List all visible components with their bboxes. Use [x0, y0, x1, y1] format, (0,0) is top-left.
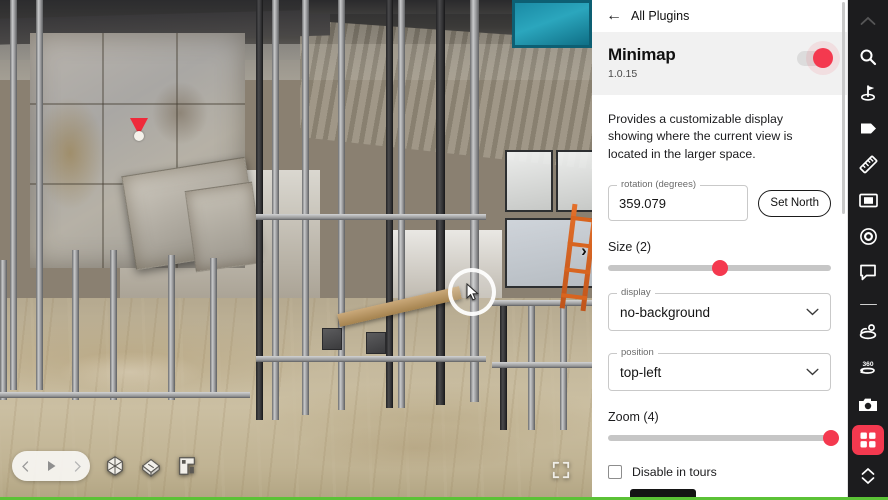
frame-icon[interactable] [852, 186, 884, 216]
position-select[interactable]: position top-left [608, 347, 831, 392]
metal-stud [386, 0, 393, 408]
mouse-cursor-icon [466, 283, 479, 301]
size-slider-label: Size (2) [608, 240, 652, 255]
metal-stud [470, 0, 479, 402]
metal-stud [36, 0, 43, 390]
plugin-settings-panel: ← All Plugins Minimap 1.0.15 Provides a … [592, 0, 848, 497]
tag-icon[interactable] [852, 114, 884, 144]
floor-highlight-2 [300, 425, 530, 471]
plugin-description: Provides a customizable display showing … [608, 112, 793, 161]
panel-scrollbar[interactable] [842, 2, 845, 214]
zoom-slider-thumb[interactable] [823, 430, 839, 447]
metal-runner [256, 214, 486, 220]
rotation-value: 359.079 [619, 195, 666, 211]
play-icon[interactable] [46, 460, 57, 472]
cursor-reticle [448, 268, 496, 316]
metal-runner [0, 392, 250, 398]
toolbar-divider [859, 303, 877, 306]
panel-body: Provides a customizable display showing … [592, 95, 847, 480]
comment-bubble-icon[interactable] [852, 258, 884, 288]
orbit-icon[interactable] [852, 317, 884, 347]
rotation-row: rotation (degrees) 359.079 Set North [608, 163, 831, 222]
metal-stud [398, 0, 405, 408]
disable-in-tours-label: Disable in tours [632, 465, 717, 480]
plugins-grid-icon[interactable] [852, 425, 884, 456]
size-slider-thumb[interactable] [711, 260, 728, 277]
metal-stud [436, 0, 445, 405]
position-legend: position [617, 347, 658, 359]
plugin-identity: Minimap 1.0.15 [608, 45, 676, 80]
chevron-down-icon[interactable] [806, 368, 819, 376]
display-value: no-background [620, 304, 711, 320]
metal-stud [168, 255, 175, 400]
camera-icon[interactable] [852, 389, 884, 419]
metal-stud [10, 0, 17, 390]
metal-stud [72, 250, 79, 400]
prev-icon[interactable] [21, 460, 29, 472]
location-pin-icon[interactable] [852, 78, 884, 108]
measure-ruler-icon[interactable] [852, 150, 884, 180]
panorama-viewer[interactable] [0, 0, 592, 497]
rotation-legend: rotation (degrees) [617, 179, 700, 191]
plugin-version: 1.0.15 [608, 68, 638, 80]
back-arrow-icon[interactable]: ← [606, 8, 622, 24]
metal-stud [210, 258, 217, 398]
chevron-up-icon[interactable] [852, 6, 884, 36]
glass-pane-2 [556, 150, 592, 212]
toggle-thumb [813, 48, 833, 68]
position-value: top-left [620, 364, 662, 380]
playback-controls[interactable] [12, 451, 90, 481]
search-icon[interactable] [852, 42, 884, 72]
electrical-box [366, 332, 386, 354]
display-select[interactable]: display no-background [608, 287, 831, 332]
viewer-bottom-controls[interactable] [12, 451, 198, 481]
zoom-slider[interactable] [608, 430, 839, 447]
target-icon[interactable] [852, 222, 884, 252]
dollhouse-view-icon[interactable] [140, 455, 162, 477]
right-toolbar: 360 [848, 0, 888, 497]
electrical-box [322, 328, 342, 350]
zoom-slider-label: Zoom (4) [608, 410, 659, 425]
next-icon[interactable] [74, 460, 82, 472]
metal-runner [492, 362, 592, 368]
size-slider[interactable] [608, 260, 831, 277]
metal-stud [110, 250, 117, 400]
plugin-enable-toggle[interactable] [797, 48, 833, 68]
scene-background [0, 0, 592, 497]
metal-stud [302, 0, 309, 415]
fullscreen-icon[interactable] [552, 461, 570, 479]
rotate-360-icon[interactable]: 360 [852, 353, 884, 383]
tag-marker-icon[interactable] [130, 118, 148, 144]
floor-highlight-1 [60, 352, 200, 392]
panel-header[interactable]: ← All Plugins [592, 0, 847, 32]
disable-in-tours-checkbox[interactable] [608, 465, 622, 480]
all-plugins-link[interactable]: All Plugins [631, 9, 689, 23]
panel-footer-button[interactable] [630, 489, 696, 497]
chevron-down-icon[interactable] [806, 308, 819, 316]
glass-pane-1 [505, 150, 553, 212]
plugin-header-card: Minimap 1.0.15 [592, 32, 847, 95]
svg-text:360: 360 [862, 361, 873, 368]
metal-runner [256, 356, 486, 362]
plugin-title: Minimap [608, 45, 676, 64]
display-legend: display [617, 287, 655, 299]
tag-marker-dot [134, 131, 144, 141]
panorama-view-icon[interactable] [104, 455, 126, 477]
rotation-input[interactable]: rotation (degrees) 359.079 [608, 179, 749, 222]
panel-collapse-handle[interactable]: › [576, 238, 592, 262]
set-north-button[interactable]: Set North [758, 189, 831, 217]
disable-in-tours-row[interactable]: Disable in tours [608, 465, 831, 480]
blue-window [512, 0, 592, 48]
floorplan-view-icon[interactable] [176, 455, 198, 477]
tilted-panel-2 [184, 181, 264, 273]
chevron-updown-icon[interactable] [852, 461, 884, 491]
metal-stud [0, 260, 7, 400]
